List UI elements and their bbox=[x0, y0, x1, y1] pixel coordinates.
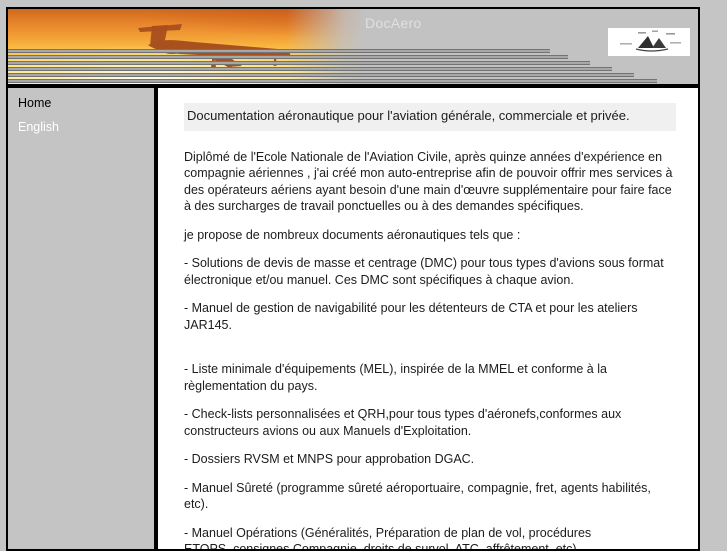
list-item-operations: - Manuel Opérations (Généralités, Prépar… bbox=[184, 525, 676, 551]
sidebar-item-home[interactable]: Home bbox=[18, 96, 154, 110]
header-banner: DocAero bbox=[6, 7, 700, 86]
list-item-rvsm: - Dossiers RVSM et MNPS pour approbation… bbox=[184, 451, 676, 468]
services-lead-paragraph: je propose de nombreux documents aéronau… bbox=[184, 227, 676, 244]
page-headline: Documentation aéronautique pour l'aviati… bbox=[184, 103, 676, 131]
list-item-navigabilite: - Manuel de gestion de navigabilité pour… bbox=[184, 300, 676, 333]
decorative-stripe bbox=[8, 55, 568, 59]
sidebar-nav: Home English bbox=[6, 86, 156, 551]
site-title: DocAero bbox=[365, 15, 422, 31]
sidebar-item-english[interactable]: English bbox=[18, 120, 154, 134]
list-item-operations-line2: ETOPS, consignes Compagnie, droits de su… bbox=[184, 542, 580, 551]
decorative-stripe bbox=[8, 73, 634, 77]
list-item-surete: - Manuel Sûreté (programme sûreté aéropo… bbox=[184, 480, 676, 513]
list-item-mel: - Liste minimale d'équipements (MEL), in… bbox=[184, 361, 676, 394]
main-content: Documentation aéronautique pour l'aviati… bbox=[156, 86, 700, 551]
docaero-homepage: DocAero Home English Documentation aé bbox=[0, 0, 727, 545]
decorative-stripe bbox=[8, 79, 657, 83]
open-book-icon bbox=[608, 28, 690, 56]
publisher-logo bbox=[608, 28, 690, 56]
list-item-checklists: - Check-lists personnalisées et QRH,pour… bbox=[184, 406, 676, 439]
list-item-operations-line1: - Manuel Opérations (Généralités, Prépar… bbox=[184, 526, 591, 540]
intro-paragraph: Diplômé de l'Ecole Nationale de l'Aviati… bbox=[184, 149, 676, 215]
decorative-stripe bbox=[8, 49, 550, 53]
list-item-dmc: - Solutions de devis de masse et centrag… bbox=[184, 255, 676, 288]
decorative-stripe bbox=[8, 67, 612, 71]
decorative-stripe bbox=[8, 61, 590, 65]
